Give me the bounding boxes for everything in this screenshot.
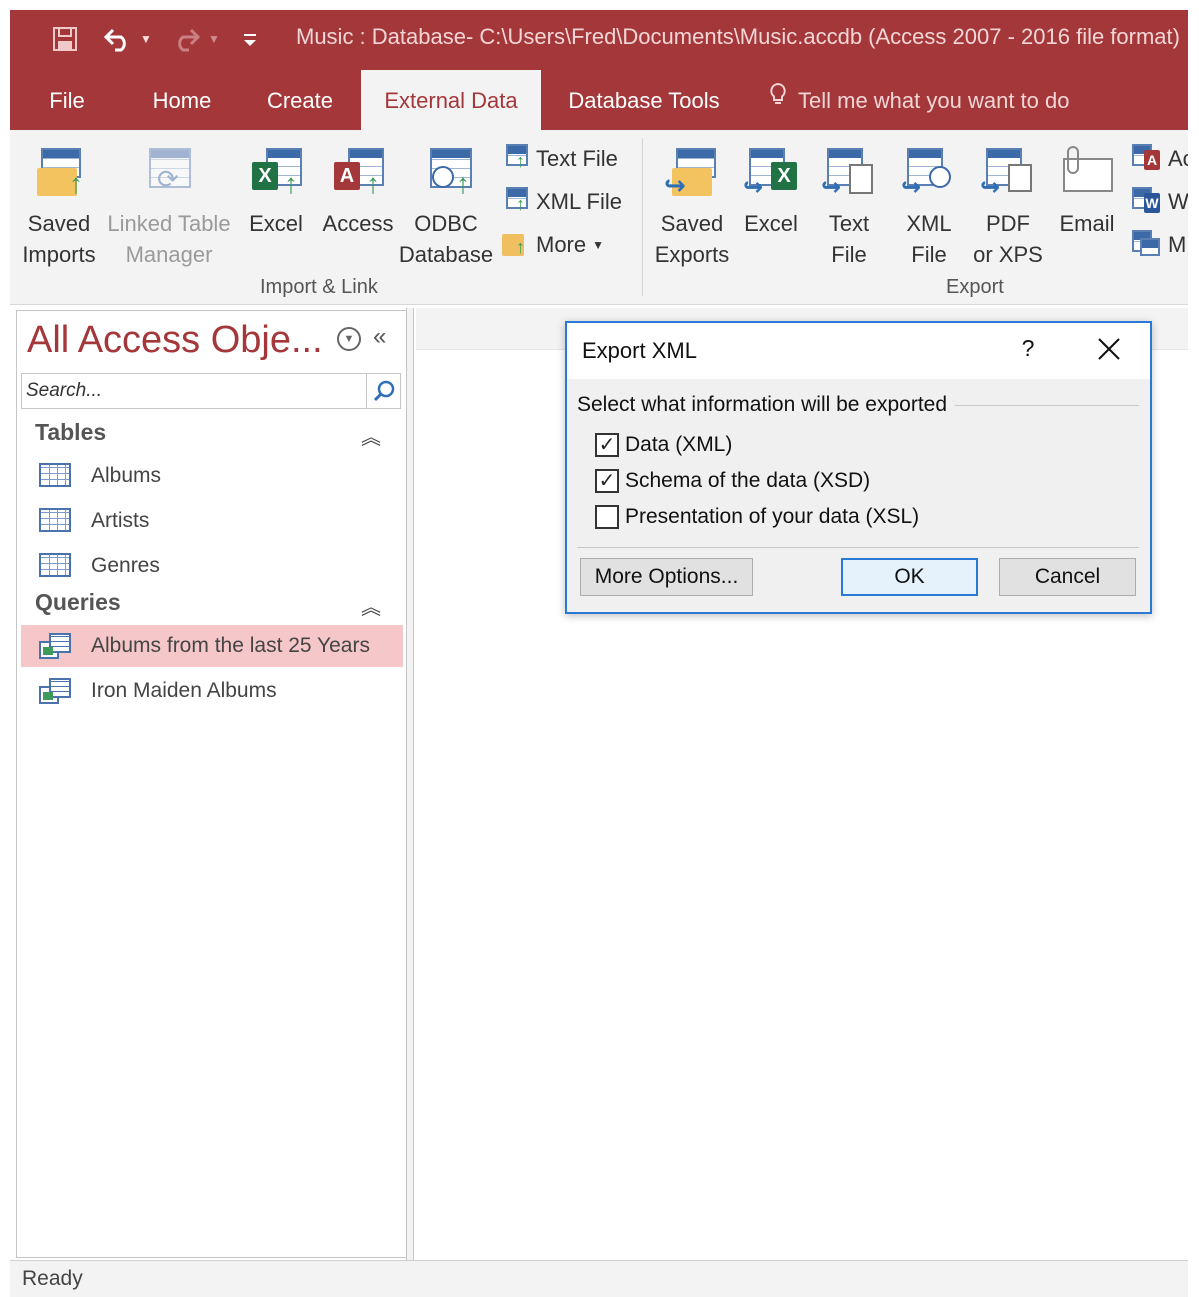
import-xml-file-button[interactable]: ↑ XML File	[500, 187, 622, 217]
import-text-file-button[interactable]: ↑ Text File	[500, 144, 618, 174]
export-xml-file-button[interactable]: ↪ XML File	[896, 142, 962, 270]
tab-database-tools[interactable]: Database Tools	[556, 70, 732, 130]
export-xml-dialog: Export XML ? Select what information wil…	[565, 321, 1152, 614]
linked-table-manager-button[interactable]: ⟳ Linked Table Manager	[104, 142, 234, 270]
nav-pane-title[interactable]: All Access Obje...	[27, 319, 323, 362]
table-icon	[39, 553, 71, 579]
import-excel-button[interactable]: X ↑ Excel	[240, 142, 312, 239]
tab-external-data[interactable]: External Data	[361, 70, 541, 130]
xml-file-icon: ↑	[500, 187, 530, 217]
export-group-label: Export	[946, 276, 1004, 298]
query-icon	[39, 633, 71, 659]
export-word-button[interactable]: W W	[1132, 187, 1188, 217]
status-bar: Ready	[10, 1260, 1188, 1297]
collapse-pane-icon[interactable]: «	[373, 323, 386, 351]
data-xml-checkbox[interactable]: ✓	[595, 433, 619, 457]
tab-create[interactable]: Create	[255, 70, 345, 130]
dialog-divider	[577, 547, 1139, 548]
export-excel-button[interactable]: X ↪ Excel	[738, 142, 804, 239]
option-data-xml[interactable]: ✓ Data (XML)	[595, 431, 732, 459]
nav-pane-splitter[interactable]	[406, 308, 414, 1260]
more-dropdown-icon: ▼	[592, 238, 605, 252]
dialog-title: Export XML	[582, 338, 697, 363]
nav-item-artists[interactable]: Artists	[21, 500, 403, 542]
saved-imports-button[interactable]: ↑ Saved Imports	[16, 142, 102, 270]
export-more-button[interactable]: M	[1132, 230, 1186, 260]
dialog-title-bar[interactable]: Export XML ?	[567, 323, 1150, 379]
search-input[interactable]	[24, 376, 364, 406]
navigation-pane: All Access Obje... ▼ « Tables ︽ Albums A…	[16, 310, 414, 1258]
nav-item-albums[interactable]: Albums	[21, 455, 403, 497]
import-more-button[interactable]: ↑ More ▼	[500, 230, 604, 260]
odbc-database-button[interactable]: ↑ ODBC Database	[398, 142, 494, 270]
ok-button[interactable]: OK	[841, 558, 978, 596]
nav-menu-dropdown-icon[interactable]: ▼	[337, 327, 361, 351]
nav-item-iron-maiden-albums[interactable]: Iron Maiden Albums	[21, 670, 403, 712]
collapse-section-icon[interactable]: ︽	[361, 421, 381, 450]
section-tables[interactable]: Tables ︽	[17, 415, 413, 455]
redo-dropdown-icon[interactable]: ▼	[206, 24, 222, 54]
query-icon	[39, 678, 71, 704]
tab-file[interactable]: File	[32, 70, 102, 130]
export-email-button[interactable]: Email	[1056, 142, 1118, 239]
import-access-button[interactable]: A ↑ Access	[316, 142, 400, 239]
customize-icon[interactable]	[240, 24, 260, 54]
nav-item-genres[interactable]: Genres	[21, 545, 403, 587]
export-text-file-button[interactable]: ↪ Text File	[816, 142, 882, 270]
email-icon	[1057, 142, 1117, 204]
undo-icon[interactable]	[102, 24, 134, 54]
odbc-database-icon: ↑	[416, 142, 476, 204]
title-bar: ▼ ▼ Music : Database- C:\Users\Fred\Docu…	[10, 10, 1188, 70]
option-presentation-xsl[interactable]: Presentation of your data (XSL)	[595, 503, 919, 531]
search-icon[interactable]	[366, 374, 400, 408]
option-schema-xsd[interactable]: ✓ Schema of the data (XSD)	[595, 467, 870, 495]
table-icon	[39, 463, 71, 489]
export-access-button[interactable]: A Ac	[1132, 144, 1188, 174]
tell-me-box[interactable]: Tell me what you want to do	[768, 70, 1069, 130]
schema-xsd-checkbox[interactable]: ✓	[595, 469, 619, 493]
excel-export-icon: X ↪	[741, 142, 801, 204]
access-window: ▼ ▼ Music : Database- C:\Users\Fred\Docu…	[10, 10, 1188, 1297]
tell-me-text: Tell me what you want to do	[798, 88, 1070, 113]
redo-icon[interactable]	[170, 24, 202, 54]
saved-exports-button[interactable]: ↪ Saved Exports	[650, 142, 734, 270]
word-export-icon: W	[1132, 187, 1162, 217]
help-icon[interactable]: ?	[1013, 335, 1043, 365]
section-queries[interactable]: Queries ︽	[17, 585, 413, 625]
saved-imports-icon: ↑	[29, 142, 89, 204]
text-file-icon: ↑	[500, 144, 530, 174]
saved-exports-icon: ↪	[662, 142, 722, 204]
save-icon[interactable]	[50, 24, 80, 54]
export-options-label: Select what information will be exported	[577, 393, 956, 417]
import-link-group-label: Import & Link	[260, 276, 378, 298]
presentation-xsl-checkbox[interactable]	[595, 505, 619, 529]
more-options-button[interactable]: More Options...	[580, 558, 753, 596]
access-import-icon: A ↑	[328, 142, 388, 204]
excel-import-icon: X ↑	[246, 142, 306, 204]
xml-file-export-icon: ↪	[899, 142, 959, 204]
tab-home[interactable]: Home	[135, 70, 229, 130]
nav-search-box	[21, 373, 401, 409]
more-export-icon	[1132, 230, 1162, 260]
cancel-button[interactable]: Cancel	[999, 558, 1136, 596]
text-file-export-icon: ↪	[819, 142, 879, 204]
table-icon	[39, 508, 71, 534]
lightbulb-icon	[768, 70, 788, 132]
nav-item-albums-last-25-years[interactable]: Albums from the last 25 Years	[21, 625, 403, 667]
ribbon-group-separator	[642, 138, 643, 296]
export-pdf-button[interactable]: ↪ PDF or XPS	[972, 142, 1044, 270]
ribbon-external-data: ↑ Saved Imports ⟳ Linked Table Manager X…	[10, 130, 1188, 305]
linked-table-manager-icon: ⟳	[139, 142, 199, 204]
close-icon[interactable]	[1089, 331, 1129, 367]
access-export-icon: A	[1132, 144, 1162, 174]
more-import-icon: ↑	[500, 230, 530, 260]
pdf-export-icon: ↪	[978, 142, 1038, 204]
undo-dropdown-icon[interactable]: ▼	[138, 24, 154, 54]
window-title: Music : Database- C:\Users\Fred\Document…	[296, 24, 1180, 49]
status-text: Ready	[22, 1267, 83, 1290]
collapse-section-icon[interactable]: ︽	[361, 591, 381, 620]
ribbon-tabs: File Home Create External Data Database …	[10, 70, 1188, 130]
